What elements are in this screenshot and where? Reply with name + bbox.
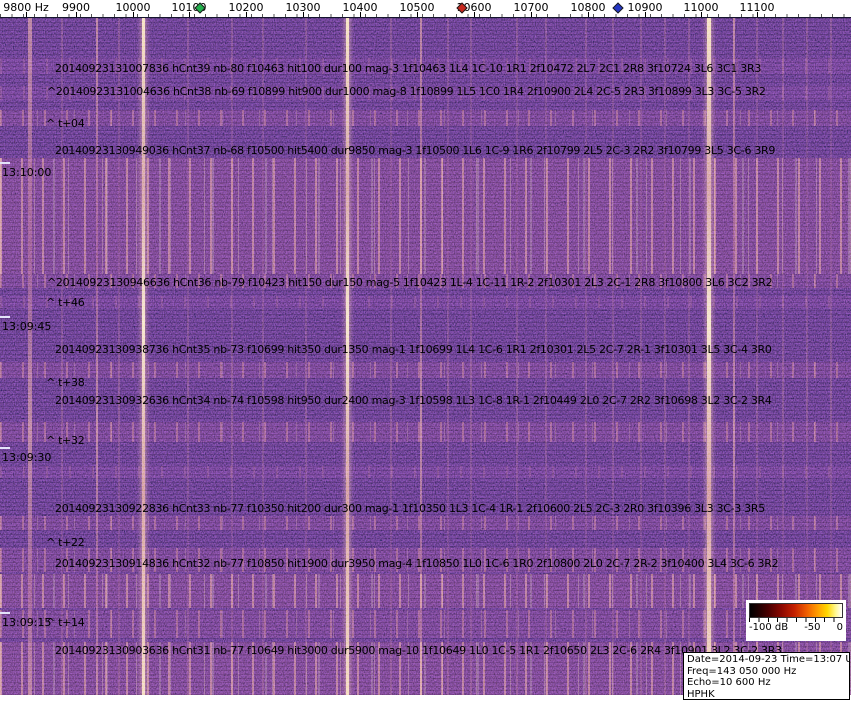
detection-log-line: 20140923130949036 hCnt37 nb-68 f10500 hi… [55,144,776,157]
carrier-streak [707,18,711,695]
time-offset-marker: ^ t+04 [46,117,85,130]
info-date-time: Date=2014-09-23 Time=13:07 UTC [687,654,850,665]
detection-log-line: 20140923130922836 hCnt33 nb-77 f10350 hi… [55,502,765,515]
axis-major-tick [645,12,646,17]
axis-major-tick [757,12,758,17]
detection-log-line: 20140923130938736 hCnt35 nb-73 f10699 hi… [55,343,772,356]
signal-band [0,110,851,126]
axis-major-tick [189,12,190,17]
time-offset-marker: ^ t+46 [46,296,85,309]
carrier-streak [187,18,189,695]
time-axis-label: 13:09:30 [2,451,52,464]
carrier-streak [830,18,832,695]
detection-log-line: ^20140923131004636 hCnt38 nb-69 f10899 h… [47,85,766,98]
detection-log-line: ^20140923130946636 hCnt36 nb-79 f10423 h… [47,276,773,289]
carrier-streak [262,18,264,695]
info-station-id: HPHK [687,688,715,700]
carrier-streak [545,18,547,695]
axis-major-tick [474,12,475,17]
axis-minor-ticks [0,14,851,17]
colorbar-label-min: -100 dB [749,622,789,633]
carrier-streak [305,18,307,695]
signal-band [0,296,851,308]
axis-major-tick [360,12,361,17]
axis-major-tick [76,12,77,17]
time-axis-tick [0,447,10,449]
detection-log-line: 20140923130903636 hCnt31 nb-77 f10649 hi… [55,644,782,657]
carrier-streak [585,18,587,695]
blue-diamond-marker-icon[interactable] [612,2,624,14]
info-frequency: Freq=143 050 000 Hz [687,665,797,677]
signal-band [0,158,851,274]
carrier-streak [612,18,614,695]
info-echo-frequency: Echo=10 600 Hz [687,677,771,688]
carrier-streak [688,18,690,695]
time-offset-marker: ^ t+32 [46,434,85,447]
axis-major-tick [26,12,27,17]
time-axis-tick [0,162,10,164]
carrier-streak [28,18,32,695]
carrier-streak [447,18,449,695]
carrier-streak [346,18,349,695]
time-axis-label: 13:10:00 [2,166,52,179]
carrier-streak [664,18,666,695]
spectrum-analyzer-window: 9800 Hz 9900 10000 10100 10200 10300 10400 1050… [0,0,851,703]
detection-log-line: 20140923130932636 hCnt34 nb-74 f10598 hi… [55,394,772,407]
time-axis-tick [0,612,10,614]
carrier-streak [782,18,784,695]
signal-band [0,422,851,442]
frequency-axis: 9800 Hz 9900 10000 10100 10200 10300 10400 1050… [0,0,851,18]
carrier-streak [420,18,422,695]
axis-major-tick [588,12,589,17]
axis-major-tick [531,12,532,17]
time-offset-marker: ^ t+38 [46,376,85,389]
time-axis-label: 13:09:45 [2,320,52,333]
colorbar-gradient [749,603,843,618]
signal-band [0,610,851,638]
carrier-streak [516,18,518,695]
time-axis-label: 13:09:15 [2,616,52,629]
carrier-streak [640,18,642,695]
time-axis-tick [0,316,10,318]
time-offset-marker: ^ t+22 [46,536,85,549]
carrier-streak [118,18,120,695]
carrier-streak [96,18,98,695]
amplitude-colorbar[interactable]: -100 dB -50 0 [746,600,846,641]
spectrogram[interactable]: 20140923131007836 hCnt39 nb-80 f10463 hi… [0,18,851,695]
carrier-streak [390,18,392,695]
detection-log-line: 20140923130914836 hCnt32 nb-77 f10850 hi… [55,557,779,570]
carrier-streak [231,18,233,695]
signal-band [0,516,851,530]
carrier-streak [142,18,145,695]
axis-major-tick [417,12,418,17]
signal-band [0,362,851,378]
axis-major-tick [246,12,247,17]
signal-band [0,466,851,478]
detection-log-line: 20140923131007836 hCnt39 nb-80 f10463 hi… [55,62,762,75]
time-offset-marker: ^ t+14 [46,616,85,629]
axis-major-tick [303,12,304,17]
carrier-streak [806,18,808,695]
status-info-box: Date=2014-09-23 Time=13:07 UTC Freq=143 … [683,652,850,700]
axis-major-tick [701,12,702,17]
signal-band [0,574,851,608]
colorbar-labels: -100 dB -50 0 [749,622,843,633]
carrier-streak [756,18,758,695]
colorbar-label-max: 0 [836,622,843,633]
carrier-streak [470,18,472,695]
carrier-streak [733,18,735,695]
axis-major-tick [133,12,134,17]
colorbar-label-mid: -50 [804,622,821,633]
